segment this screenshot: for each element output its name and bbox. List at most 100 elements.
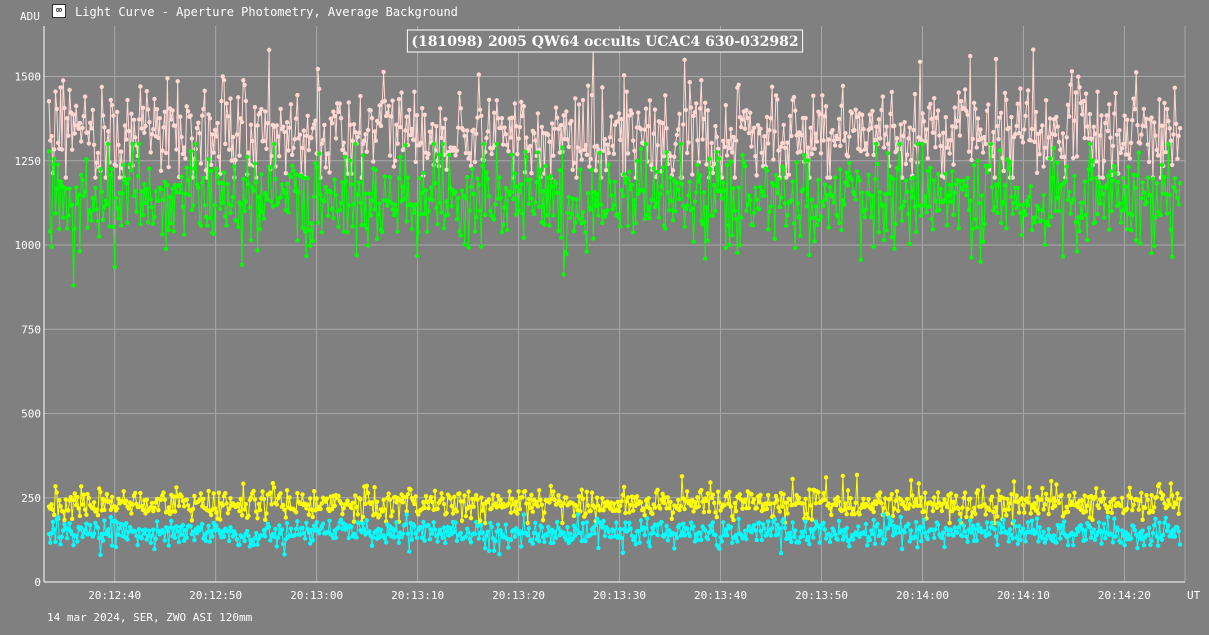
- data-point: [686, 140, 691, 145]
- data-point: [156, 507, 161, 513]
- data-point: [766, 227, 771, 232]
- data-point: [471, 191, 476, 197]
- data-point: [308, 496, 313, 501]
- data-point: [1007, 500, 1013, 506]
- data-point: [982, 221, 987, 226]
- data-point: [184, 165, 189, 170]
- data-point: [697, 173, 703, 178]
- data-point: [522, 489, 528, 494]
- data-point: [85, 491, 90, 497]
- data-point: [576, 494, 582, 499]
- data-point: [73, 185, 79, 190]
- data-point: [322, 122, 327, 128]
- data-point: [111, 224, 116, 230]
- data-point: [1145, 532, 1151, 538]
- data-point: [600, 85, 605, 90]
- data-point: [961, 495, 966, 501]
- data-point: [350, 224, 355, 229]
- data-point: [63, 175, 68, 180]
- data-point: [614, 520, 619, 525]
- data-point: [856, 524, 861, 529]
- data-point: [660, 491, 665, 497]
- data-point: [162, 109, 167, 115]
- data-point: [863, 521, 869, 527]
- data-point: [1100, 191, 1106, 196]
- data-point: [582, 147, 587, 152]
- data-point: [1006, 166, 1011, 172]
- data-point: [430, 121, 435, 127]
- data-point: [655, 532, 660, 538]
- data-point: [1161, 492, 1166, 498]
- data-point: [762, 526, 767, 531]
- data-point: [488, 208, 493, 214]
- data-point: [697, 106, 703, 111]
- data-point: [1170, 162, 1175, 168]
- data-point: [1046, 135, 1051, 140]
- data-point: [465, 128, 470, 133]
- data-point: [340, 511, 345, 517]
- data-point: [535, 504, 541, 509]
- data-point: [80, 125, 85, 131]
- data-point: [650, 197, 655, 203]
- data-point: [781, 492, 786, 497]
- data-point: [1051, 496, 1057, 501]
- data-point: [1032, 139, 1037, 144]
- data-point: [919, 213, 924, 218]
- data-point: [1104, 183, 1109, 188]
- data-point: [623, 180, 628, 185]
- data-point: [600, 496, 605, 501]
- data-point: [624, 89, 629, 94]
- data-point: [221, 170, 227, 175]
- data-point: [116, 142, 121, 148]
- data-point: [1031, 47, 1036, 52]
- data-point: [948, 491, 954, 496]
- data-point: [669, 516, 674, 521]
- data-point: [638, 500, 644, 505]
- data-point: [921, 203, 927, 208]
- data-point: [840, 473, 846, 479]
- data-point: [1024, 100, 1030, 106]
- data-point: [113, 163, 119, 168]
- data-point: [736, 185, 741, 190]
- data-point: [1150, 176, 1156, 181]
- data-point: [515, 184, 520, 189]
- data-point: [975, 158, 981, 163]
- data-point: [248, 495, 254, 500]
- data-point: [97, 535, 102, 541]
- data-point: [405, 531, 411, 536]
- data-point: [858, 257, 864, 262]
- data-point: [52, 527, 57, 532]
- data-point: [585, 190, 591, 196]
- data-point: [823, 536, 829, 541]
- data-point: [200, 113, 205, 118]
- data-point: [835, 214, 840, 219]
- data-point: [685, 526, 690, 531]
- data-point: [983, 141, 988, 147]
- data-point: [998, 110, 1004, 116]
- data-point: [1154, 494, 1160, 500]
- data-point: [759, 537, 764, 543]
- data-point: [1046, 526, 1051, 532]
- data-point: [48, 229, 53, 234]
- data-point: [510, 115, 515, 120]
- data-point: [1034, 170, 1040, 175]
- data-point: [660, 120, 665, 126]
- data-point: [444, 167, 449, 172]
- data-point: [1086, 167, 1091, 172]
- data-point: [378, 527, 384, 532]
- data-point: [318, 506, 323, 512]
- data-point: [812, 526, 817, 531]
- data-point: [274, 544, 279, 549]
- data-point: [924, 210, 929, 215]
- data-point: [1028, 511, 1033, 516]
- data-point: [185, 109, 191, 114]
- data-point: [1149, 493, 1154, 498]
- data-point: [874, 124, 879, 129]
- data-point: [472, 229, 478, 234]
- data-point: [726, 139, 731, 144]
- data-point: [561, 113, 566, 118]
- data-point: [759, 150, 764, 155]
- data-point: [636, 528, 641, 534]
- data-point: [732, 500, 737, 506]
- data-point: [858, 149, 864, 154]
